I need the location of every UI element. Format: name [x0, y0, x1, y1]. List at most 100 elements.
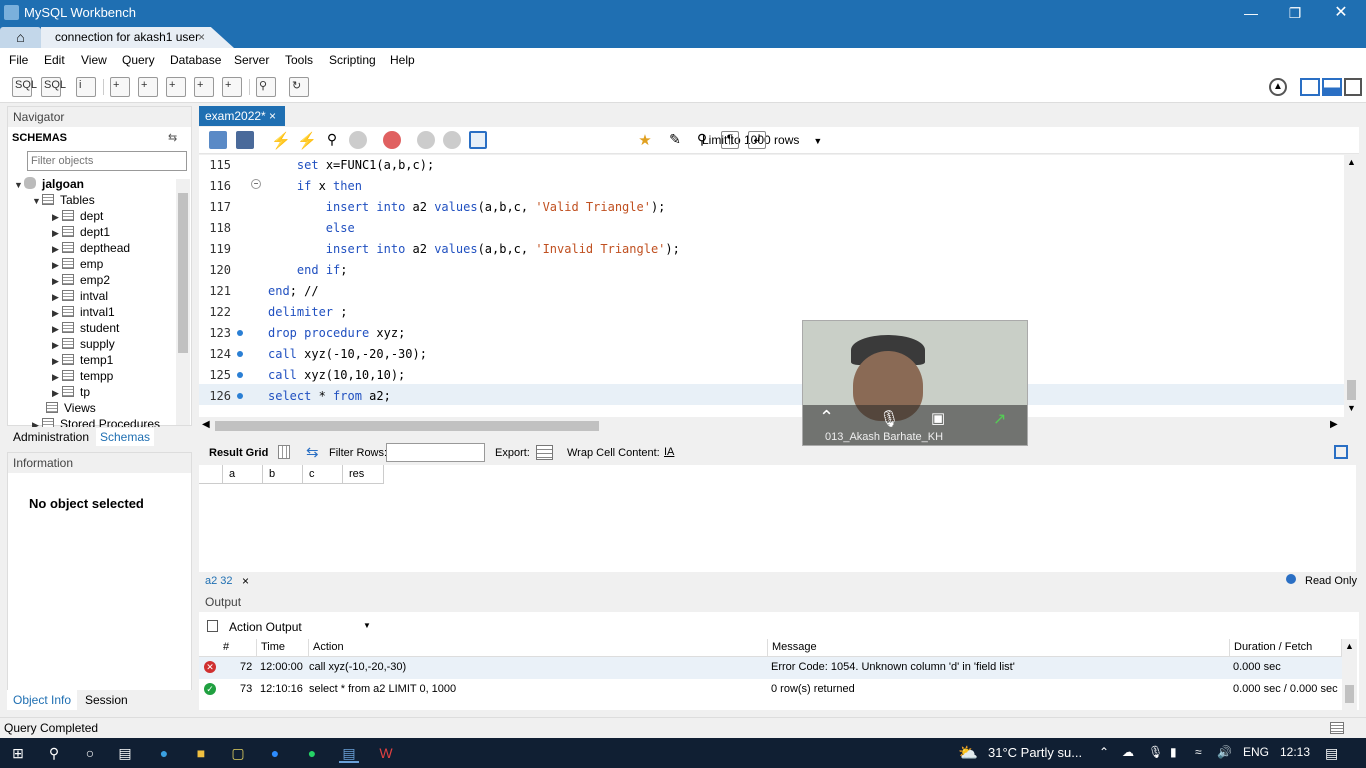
editor-vertical-scrollbar[interactable]: ▲ ▼ — [1344, 155, 1359, 417]
share-icon[interactable]: ↗ — [993, 409, 1006, 429]
toggle-secondary-sidebar-icon[interactable] — [1344, 78, 1362, 96]
column-header-res[interactable]: res — [343, 465, 384, 484]
tab-session[interactable]: Session — [85, 693, 128, 707]
language-indicator[interactable]: ENG — [1243, 745, 1269, 759]
whatsapp-icon[interactable]: ● — [302, 743, 322, 763]
zoom-icon[interactable]: ● — [265, 743, 285, 763]
restore-button[interactable]: ❐ — [1272, 0, 1318, 26]
volume-icon[interactable]: 🔊 — [1217, 745, 1232, 759]
windows-start-icon[interactable]: ⊞ — [8, 743, 28, 763]
fold-icon[interactable]: − — [251, 179, 261, 189]
stored-procedures-node[interactable]: ▶ Stored Procedures — [32, 417, 160, 427]
form-editor-icon[interactable] — [278, 445, 290, 459]
search-icon[interactable]: ⚲ — [44, 743, 64, 763]
clock[interactable]: 12:13 — [1280, 745, 1310, 759]
toggle-output-icon[interactable] — [1322, 78, 1342, 96]
mysql-workbench-taskbar-icon[interactable]: ▤ — [339, 743, 359, 763]
settings-icon[interactable]: ▲ — [1269, 78, 1287, 96]
table-supply[interactable]: ▶ supply — [52, 337, 115, 351]
editor-tab-exam2022[interactable]: exam2022* × — [199, 106, 285, 126]
output-col-message[interactable]: Message — [768, 639, 1230, 657]
table-intval[interactable]: ▶ intval — [52, 289, 108, 303]
export-icon[interactable] — [536, 445, 553, 460]
file-explorer-icon[interactable]: ■ — [191, 743, 211, 763]
task-view-icon[interactable]: ▤ — [115, 743, 135, 763]
column-header-b[interactable]: b — [263, 465, 303, 484]
schema-jalgoan[interactable]: ▼ jalgoan — [14, 177, 84, 191]
output-col-time[interactable]: Time — [257, 639, 309, 657]
tab-administration[interactable]: Administration — [13, 430, 89, 444]
output-col-action[interactable]: Action — [309, 639, 768, 657]
output-type-select[interactable]: Action Output ▼ — [226, 618, 374, 635]
wrap-cell-icon[interactable]: IA — [664, 446, 674, 458]
rollback-icon[interactable] — [443, 131, 461, 149]
menu-edit[interactable]: Edit — [44, 53, 65, 67]
close-tab-icon[interactable]: × — [198, 27, 205, 48]
commit-icon[interactable] — [417, 131, 435, 149]
create-procedure-icon[interactable]: + — [194, 77, 214, 97]
output-row[interactable]: ✓ 73 12:10:16 select * from a2 LIMIT 0, … — [199, 679, 1342, 701]
table-dept[interactable]: ▶ dept — [52, 209, 103, 223]
battery-icon[interactable]: ▮ — [1170, 745, 1177, 759]
table-emp2[interactable]: ▶ emp2 — [52, 273, 110, 287]
result-tab-a2[interactable]: a2 32 — [205, 575, 233, 587]
close-result-tab-icon[interactable]: × — [242, 574, 249, 588]
mic-muted-icon[interactable]: 🎙 — [879, 409, 899, 429]
tray-chevron-icon[interactable]: ⌃ — [1099, 745, 1109, 759]
expand-icon[interactable]: ⌃ — [819, 407, 834, 428]
minimize-button[interactable]: — — [1228, 0, 1274, 26]
notifications-icon[interactable]: ▤ — [1325, 745, 1338, 762]
menu-query[interactable]: Query — [122, 53, 155, 67]
connection-tab[interactable]: connection for akash1 user × — [41, 27, 234, 48]
cloud-icon[interactable]: ☁ — [1122, 745, 1134, 759]
execute-current-icon[interactable]: ⚡ — [297, 131, 317, 150]
camera-icon[interactable]: ▣ — [931, 409, 945, 427]
menu-help[interactable]: Help — [390, 53, 415, 67]
find-icon[interactable]: ⚲ — [693, 131, 711, 149]
table-emp[interactable]: ▶ emp — [52, 257, 103, 271]
home-tab[interactable]: ⌂ — [0, 27, 41, 48]
wps-office-icon[interactable]: W — [376, 743, 396, 763]
open-file-icon[interactable] — [209, 131, 227, 149]
weather-text[interactable]: 31°C Partly su... — [988, 745, 1082, 760]
video-call-overlay[interactable]: ⌃ 🎙 ▣ ↗ 013_Akash Barhate_KH — [802, 320, 1028, 446]
table-depthead[interactable]: ▶ depthead — [52, 241, 130, 255]
menu-database[interactable]: Database — [170, 53, 221, 67]
create-view-icon[interactable]: + — [166, 77, 186, 97]
column-header-c[interactable]: c — [303, 465, 343, 484]
menu-scripting[interactable]: Scripting — [329, 53, 376, 67]
explain-icon[interactable]: ⚲ — [323, 131, 341, 149]
table-tp[interactable]: ▶ tp — [52, 385, 90, 399]
menu-file[interactable]: File — [9, 53, 28, 67]
autocommit-icon[interactable] — [469, 131, 487, 149]
notes-icon[interactable]: ▢ — [228, 743, 248, 763]
column-header-a[interactable]: a — [223, 465, 263, 484]
stop-icon[interactable] — [349, 131, 367, 149]
create-function-icon[interactable]: + — [222, 77, 242, 97]
table-student[interactable]: ▶ student — [52, 321, 119, 335]
new-sql-tab-icon[interactable]: SQL — [12, 77, 37, 97]
table-tempp[interactable]: ▶ tempp — [52, 369, 113, 383]
create-table-icon[interactable]: + — [138, 77, 158, 97]
microphone-icon[interactable]: 🎙 — [1148, 745, 1163, 759]
tab-schemas[interactable]: Schemas — [96, 428, 155, 446]
table-intval1[interactable]: ▶ intval1 — [52, 305, 115, 319]
status-output-icon[interactable] — [1330, 722, 1344, 734]
tab-object-info[interactable]: Object Info — [7, 690, 78, 710]
views-node[interactable]: Views — [36, 401, 96, 415]
beautify-icon[interactable]: ✎ — [666, 131, 684, 149]
cortana-icon[interactable]: ○ — [80, 743, 100, 763]
navigator-scrollbar[interactable] — [176, 179, 190, 425]
filter-rows-input[interactable] — [386, 443, 485, 462]
save-icon[interactable] — [236, 131, 254, 149]
copy-output-icon[interactable] — [207, 620, 218, 632]
toggle-sidebar-icon[interactable] — [1300, 78, 1320, 96]
result-grid-label[interactable]: Result Grid — [209, 447, 268, 459]
table-dept1[interactable]: ▶ dept1 — [52, 225, 110, 239]
toggle-error-continue-icon[interactable] — [383, 131, 401, 149]
reconnect-icon[interactable]: ↻ — [289, 77, 309, 97]
close-button[interactable]: ✕ — [1318, 0, 1364, 26]
menu-view[interactable]: View — [81, 53, 107, 67]
invisible-chars-icon[interactable]: ¶ — [721, 131, 739, 149]
tables-node[interactable]: ▼ Tables — [32, 193, 95, 207]
